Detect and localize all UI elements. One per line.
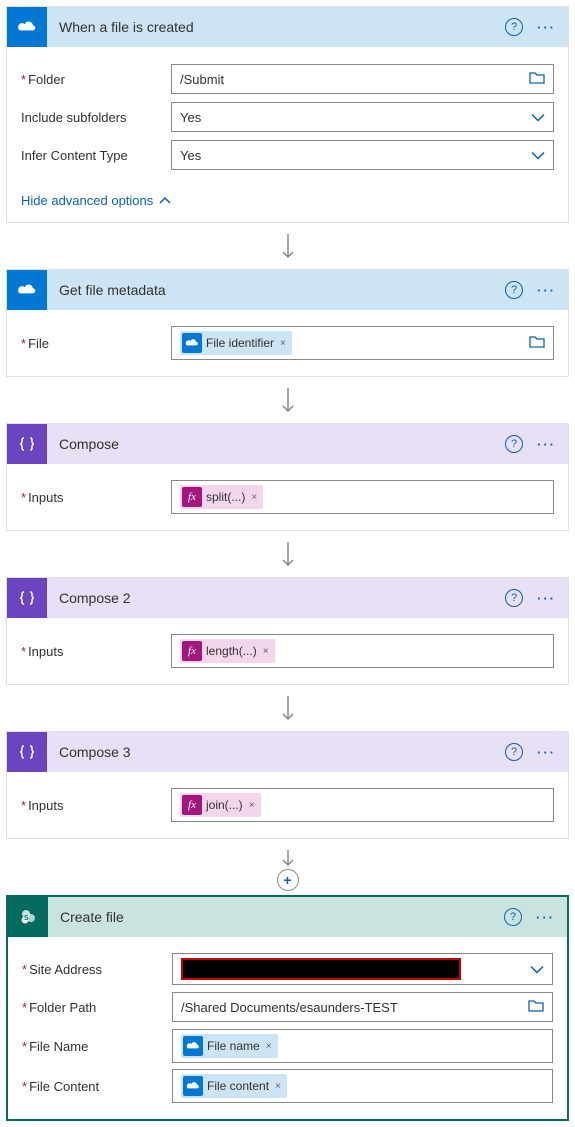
help-icon[interactable]: ?: [505, 281, 523, 299]
input-inputs[interactable]: fxsplit(...)×: [171, 480, 554, 514]
onedrive-icon: [7, 270, 47, 310]
card-trigger: When a file is created ? ··· *Folder /Su…: [6, 6, 569, 223]
card-title: Compose 3: [47, 744, 505, 760]
remove-token-icon[interactable]: ×: [280, 338, 286, 349]
card-title: Compose 2: [47, 590, 505, 606]
help-icon[interactable]: ?: [505, 435, 523, 453]
input-inputs[interactable]: fxjoin(...)×: [171, 788, 554, 822]
card-header[interactable]: Get file metadata ? ···: [7, 270, 568, 310]
input-file[interactable]: File identifier×: [171, 326, 554, 360]
remove-token-icon[interactable]: ×: [251, 492, 257, 503]
label-folder-path: *Folder Path: [22, 1000, 172, 1015]
card-title: Create file: [48, 909, 504, 925]
input-inputs[interactable]: fxlength(...)×: [171, 634, 554, 668]
compose-icon: [7, 732, 47, 772]
more-icon[interactable]: ···: [537, 20, 556, 35]
label-folder: *Folder: [21, 72, 171, 87]
token-file-identifier[interactable]: File identifier×: [180, 331, 292, 355]
card-create-file: S Create file ? ··· *Site Address *Folder…: [6, 895, 569, 1121]
token-expression[interactable]: fxsplit(...)×: [180, 485, 263, 509]
chevron-down-icon: [531, 148, 545, 163]
more-icon[interactable]: ···: [537, 745, 556, 760]
help-icon[interactable]: ?: [504, 908, 522, 926]
label-inputs: *Inputs: [21, 490, 171, 505]
input-folder-path[interactable]: /Shared Documents/esaunders-TEST: [172, 992, 553, 1022]
dropdown-subfolders[interactable]: Yes: [171, 102, 554, 132]
label-content-type: Infer Content Type: [21, 148, 171, 163]
help-icon[interactable]: ?: [505, 589, 523, 607]
onedrive-icon: [7, 7, 47, 47]
chevron-up-icon: [159, 197, 171, 204]
folder-picker-icon[interactable]: [529, 335, 545, 351]
fx-icon: fx: [182, 795, 202, 815]
flow-arrow: [0, 383, 575, 417]
card-title: Compose: [47, 436, 505, 452]
remove-token-icon[interactable]: ×: [263, 646, 269, 657]
input-file-name[interactable]: File name×: [172, 1029, 553, 1063]
flow-arrow: [0, 537, 575, 571]
flow-arrow: [0, 691, 575, 725]
card-compose-1: Compose ? ··· *Inputs fxsplit(...)×: [6, 423, 569, 531]
onedrive-icon: [183, 1036, 203, 1056]
card-title: Get file metadata: [47, 282, 505, 298]
token-file-name[interactable]: File name×: [181, 1034, 278, 1058]
remove-token-icon[interactable]: ×: [275, 1081, 281, 1092]
redacted-value: [181, 958, 461, 980]
more-icon[interactable]: ···: [537, 283, 556, 298]
more-icon[interactable]: ···: [537, 437, 556, 452]
label-file-content: *File Content: [22, 1079, 172, 1094]
card-get-metadata: Get file metadata ? ··· *File File identi…: [6, 269, 569, 377]
card-compose-2: Compose 2 ? ··· *Inputs fxlength(...)×: [6, 577, 569, 685]
remove-token-icon[interactable]: ×: [266, 1041, 272, 1052]
dropdown-content-type[interactable]: Yes: [171, 140, 554, 170]
label-file: *File: [21, 336, 171, 351]
dropdown-site-address[interactable]: [172, 953, 553, 985]
card-header[interactable]: Compose ? ···: [7, 424, 568, 464]
help-icon[interactable]: ?: [505, 743, 523, 761]
remove-token-icon[interactable]: ×: [249, 800, 255, 811]
sharepoint-icon: S: [8, 897, 48, 937]
input-file-content[interactable]: File content×: [172, 1069, 553, 1103]
help-icon[interactable]: ?: [505, 18, 523, 36]
card-header[interactable]: Compose 2 ? ···: [7, 578, 568, 618]
compose-icon: [7, 424, 47, 464]
label-inputs: *Inputs: [21, 644, 171, 659]
card-compose-3: Compose 3 ? ··· *Inputs fxjoin(...)×: [6, 731, 569, 839]
label-site-address: *Site Address: [22, 962, 172, 977]
fx-icon: fx: [182, 487, 202, 507]
flow-arrow: [0, 229, 575, 263]
card-header[interactable]: S Create file ? ···: [8, 897, 567, 937]
card-header[interactable]: When a file is created ? ···: [7, 7, 568, 47]
more-icon[interactable]: ···: [537, 591, 556, 606]
input-folder[interactable]: /Submit: [171, 64, 554, 94]
label-subfolders: Include subfolders: [21, 110, 171, 125]
onedrive-icon: [183, 1076, 203, 1096]
svg-text:S: S: [24, 915, 29, 922]
chevron-down-icon: [531, 110, 545, 125]
token-file-content[interactable]: File content×: [181, 1074, 287, 1098]
token-expression[interactable]: fxjoin(...)×: [180, 793, 261, 817]
add-step-button[interactable]: +: [0, 869, 575, 891]
card-title: When a file is created: [47, 19, 505, 35]
more-icon[interactable]: ···: [536, 910, 555, 925]
token-expression[interactable]: fxlength(...)×: [180, 639, 275, 663]
onedrive-icon: [182, 333, 202, 353]
chevron-down-icon: [530, 962, 544, 977]
flow-arrow: [0, 845, 575, 871]
fx-icon: fx: [182, 641, 202, 661]
folder-picker-icon[interactable]: [528, 999, 544, 1015]
label-file-name: *File Name: [22, 1039, 172, 1054]
toggle-advanced[interactable]: Hide advanced options: [7, 187, 568, 222]
label-inputs: *Inputs: [21, 798, 171, 813]
card-header[interactable]: Compose 3 ? ···: [7, 732, 568, 772]
folder-picker-icon[interactable]: [529, 71, 545, 87]
compose-icon: [7, 578, 47, 618]
